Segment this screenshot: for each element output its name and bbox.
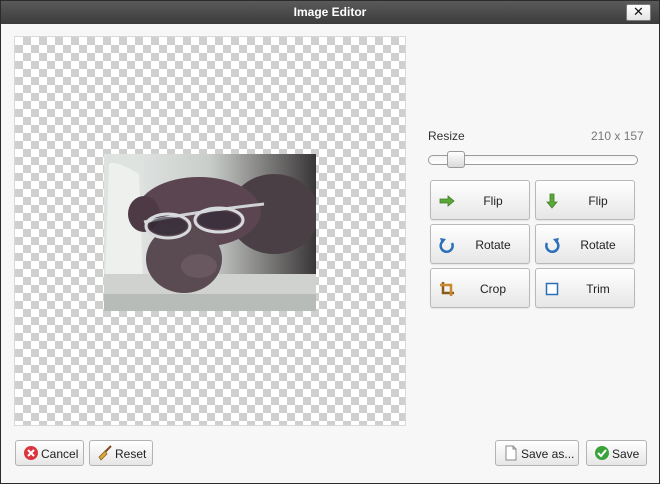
broom-icon	[97, 445, 113, 461]
resize-slider-thumb[interactable]	[447, 151, 466, 168]
rotate-left-icon	[439, 237, 455, 253]
rotate-right-icon	[544, 237, 560, 253]
flip-vertical-button[interactable]: Flip	[535, 180, 635, 220]
close-icon: ✕	[633, 4, 644, 19]
image-canvas[interactable]	[14, 36, 406, 426]
resize-label: Resize	[428, 129, 465, 143]
rotate-right-label: Rotate	[580, 238, 616, 252]
save-as-label: Save as...	[521, 447, 575, 461]
close-button[interactable]: ✕	[626, 4, 651, 21]
save-label: Save	[612, 447, 640, 461]
window-title: Image Editor	[293, 5, 367, 19]
image-editor-window: Image Editor ✕ Resize 210 x 157 Flip Fli…	[0, 0, 660, 484]
flip-vertical-label: Flip	[588, 194, 608, 208]
crop-icon	[439, 281, 455, 297]
flip-horizontal-button[interactable]: Flip	[430, 180, 530, 220]
cancel-icon	[23, 445, 39, 461]
rotate-left-label: Rotate	[475, 238, 511, 252]
trim-label: Trim	[586, 282, 610, 296]
rotate-right-button[interactable]: Rotate	[535, 224, 635, 264]
cancel-button[interactable]: Cancel	[15, 440, 84, 466]
title-bar: Image Editor ✕	[1, 1, 659, 24]
reset-button[interactable]: Reset	[89, 440, 153, 466]
save-as-button[interactable]: Save as...	[495, 440, 579, 466]
crop-label: Crop	[479, 282, 506, 296]
save-button[interactable]: Save	[586, 440, 647, 466]
trim-button[interactable]: Trim	[535, 268, 635, 308]
flip-horizontal-label: Flip	[483, 194, 503, 208]
document-icon	[503, 445, 519, 461]
reset-label: Reset	[115, 447, 147, 461]
crop-button[interactable]: Crop	[430, 268, 530, 308]
arrow-right-icon	[439, 193, 455, 209]
trim-icon	[544, 281, 560, 297]
resize-dimensions: 210 x 157	[591, 129, 644, 143]
arrow-down-icon	[544, 193, 560, 209]
image-preview	[104, 154, 316, 311]
cancel-label: Cancel	[41, 447, 79, 461]
rotate-left-button[interactable]: Rotate	[430, 224, 530, 264]
checkmark-icon	[594, 445, 610, 461]
